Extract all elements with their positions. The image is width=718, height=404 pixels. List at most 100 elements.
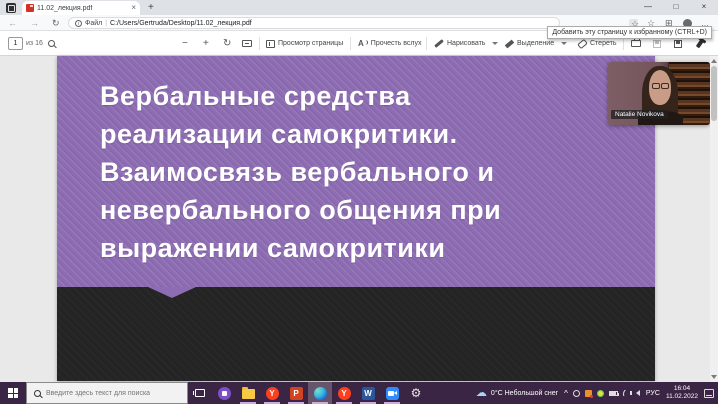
save-icon[interactable] (653, 40, 661, 48)
address-scheme-label: Файл (85, 20, 102, 27)
scrollbar-thumb[interactable] (711, 66, 717, 121)
slide-title: Вербальные средства реализации самокрити… (100, 77, 620, 267)
refresh-icon[interactable]: ↻ (52, 17, 60, 29)
taskbar: Y P Y W ⚙ ☁ 0°C Небольшой (0, 382, 718, 404)
taskbar-app-powerpoint[interactable]: P (284, 382, 308, 404)
tray-antivirus-icon[interactable] (597, 390, 604, 397)
taskbar-app-messenger[interactable] (212, 382, 236, 404)
draw-button[interactable]: Нарисовать (434, 31, 498, 56)
edge-browser-icon (314, 387, 327, 400)
webcam-overlay[interactable]: Natalie Novikova (608, 62, 710, 125)
highlight-label: Выделение (517, 40, 554, 47)
rotate-icon[interactable]: ↻ (223, 38, 231, 50)
zoom-out-icon[interactable]: − (182, 38, 188, 50)
speaker-icon[interactable] (636, 390, 640, 396)
page-view-button[interactable]: Просмотр страницы (266, 31, 343, 56)
chevron-down-decoration (148, 287, 196, 298)
read-aloud-button[interactable]: A Прочесть вслух (358, 31, 422, 56)
date-label: 11.02.2022 (666, 393, 698, 401)
draw-chevron-down-icon[interactable] (492, 42, 498, 45)
fit-to-width-icon[interactable] (242, 40, 252, 47)
slide-title-line: выражении самокритики (100, 229, 620, 267)
taskbar-app-yandex[interactable]: Y (260, 382, 284, 404)
print-icon[interactable] (631, 40, 641, 47)
page-view-label: Просмотр страницы (278, 40, 343, 47)
slide-title-line: реализации самокритики. (100, 115, 620, 153)
yandex-browser-icon: Y (338, 387, 351, 400)
time-label: 16:04 (666, 385, 698, 393)
zoom-camera-icon (386, 387, 399, 400)
start-button[interactable] (0, 382, 26, 404)
slide-title-line: Вербальные средства (100, 77, 620, 115)
weather-widget[interactable]: ☁ 0°C Небольшой снег (476, 387, 558, 399)
read-aloud-icon: A (358, 39, 368, 48)
tab-close-icon[interactable]: × (131, 4, 136, 12)
powerpoint-icon: P (290, 387, 303, 400)
browser-tab-active[interactable]: 11.02_лекция.pdf × (22, 1, 140, 15)
read-aloud-label: Прочесть вслух (371, 40, 422, 47)
address-url: C:/Users/Gertruda/Desktop/11.02_лекция.p… (110, 20, 252, 27)
slide-footer-section: аспирант Н.Д. Новикова НГЛУ им. Н.А. Доб… (57, 287, 655, 381)
tab-title: 11.02_лекция.pdf (37, 5, 128, 12)
maximize-button[interactable]: □ (662, 0, 690, 15)
favorite-tooltip: Добавить эту страницу к избранному (CTRL… (547, 26, 712, 39)
task-view-icon (195, 389, 205, 397)
draw-label: Нарисовать (447, 40, 485, 47)
scroll-down-icon[interactable] (711, 375, 717, 379)
save-as-icon[interactable] (674, 40, 682, 48)
scroll-up-icon[interactable] (711, 59, 717, 63)
minimize-button[interactable]: — (634, 0, 662, 15)
page-number-input[interactable]: 1 (8, 37, 23, 50)
desktop-screen: 11.02_лекция.pdf × + — □ × ← → ↻ i Файл … (0, 0, 718, 404)
eraser-icon (577, 38, 588, 48)
page-total-label: из 16 (26, 40, 43, 47)
page-info-icon[interactable]: i (75, 20, 82, 27)
system-tray: ^ (564, 389, 640, 398)
search-icon[interactable] (48, 40, 55, 47)
weather-text: 0°C Небольшой снег (491, 390, 558, 397)
word-icon: W (362, 387, 375, 400)
search-input[interactable] (46, 390, 176, 397)
taskbar-app-settings[interactable]: ⚙ (404, 382, 428, 404)
windows-logo-icon (8, 388, 18, 398)
language-indicator[interactable]: РУС (646, 390, 660, 397)
pin-toolbar-icon[interactable] (696, 39, 704, 49)
pdf-content-area: Вербальные средства реализации самокрити… (0, 56, 718, 382)
gear-icon: ⚙ (411, 387, 422, 400)
taskbar-app-explorer[interactable] (236, 382, 260, 404)
slide-title-line: невербального общения при (100, 191, 620, 229)
purple-messenger-icon (218, 387, 231, 400)
slide-page: Вербальные средства реализации самокрити… (57, 56, 655, 381)
close-button[interactable]: × (690, 0, 718, 15)
taskbar-app-edge[interactable] (308, 382, 332, 404)
zoom-in-icon[interactable]: + (203, 38, 209, 50)
webcam-name-tag: Natalie Novikova (611, 110, 668, 119)
clock[interactable]: 16:04 11.02.2022 (666, 385, 698, 401)
taskbar-search[interactable] (26, 382, 188, 404)
yandex-browser-icon: Y (266, 387, 279, 400)
address-input[interactable]: i Файл | C:/Users/Gertruda/Desktop/11.02… (68, 17, 560, 29)
tray-onedrive-icon[interactable] (585, 390, 592, 397)
taskbar-app-yandex-2[interactable]: Y (332, 382, 356, 404)
taskbar-app-zoom[interactable] (380, 382, 404, 404)
window-controls: — □ × (634, 0, 718, 15)
vertical-scrollbar[interactable] (710, 56, 718, 382)
new-tab-button[interactable]: + (148, 2, 154, 13)
forward-icon[interactable]: → (30, 17, 39, 29)
browser-tab-strip: 11.02_лекция.pdf × + — □ × (0, 0, 718, 15)
task-view-button[interactable] (188, 382, 212, 404)
pdf-file-icon (26, 4, 34, 12)
taskbar-app-word[interactable]: W (356, 382, 380, 404)
highlight-chevron-down-icon[interactable] (561, 42, 567, 45)
taskbar-right: ☁ 0°C Небольшой снег ^ РУС 16:04 11.02.2… (476, 385, 718, 401)
slide-title-section: Вербальные средства реализации самокрити… (57, 56, 655, 287)
battery-icon[interactable] (609, 391, 618, 396)
notification-center-icon[interactable] (704, 389, 714, 398)
search-icon (34, 390, 41, 397)
file-explorer-icon (242, 389, 255, 399)
back-icon[interactable]: ← (8, 17, 17, 29)
tray-expand-icon[interactable]: ^ (564, 389, 568, 398)
slide-title-line: Взаимосвязь вербального и (100, 153, 620, 191)
tray-app-icon[interactable] (573, 390, 580, 397)
tab-actions-menu-icon[interactable] (6, 3, 16, 13)
